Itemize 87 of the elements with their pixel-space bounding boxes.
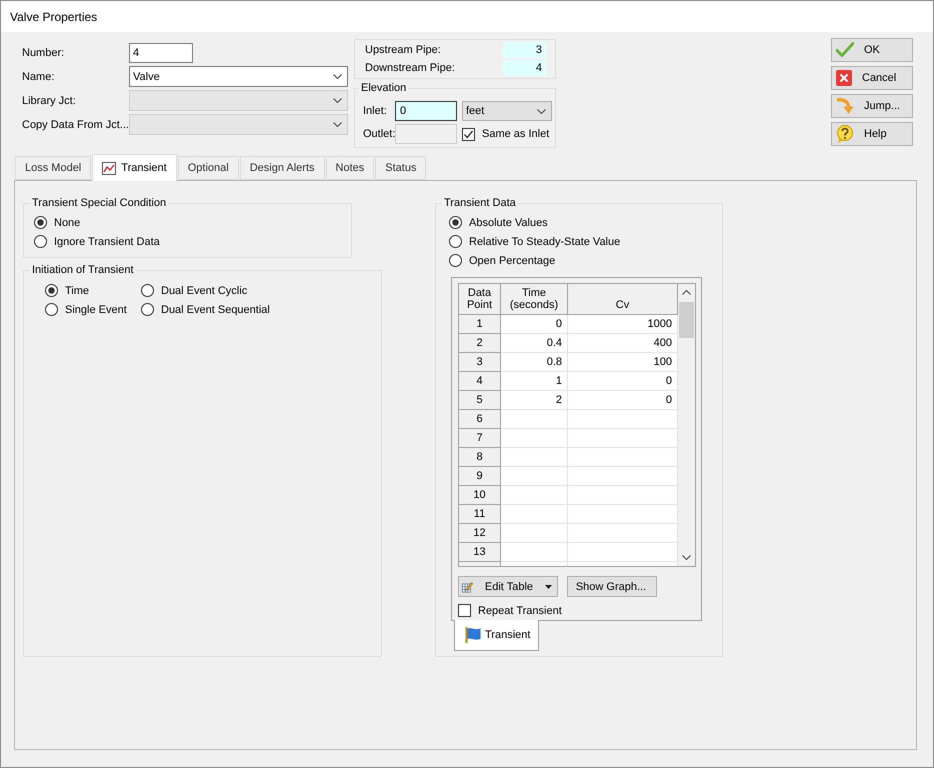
group-title: Transient Data xyxy=(443,197,517,210)
radio-option[interactable]: Open Percentage xyxy=(449,251,722,270)
close-icon xyxy=(836,70,852,86)
table-cell: 1 xyxy=(501,372,568,391)
row-header: 11 xyxy=(459,505,501,524)
row-header: 9 xyxy=(459,467,501,486)
table-cell xyxy=(501,524,568,543)
row-header: 12 xyxy=(459,524,501,543)
unit-dropdown[interactable]: feet xyxy=(462,101,552,121)
jump-button[interactable]: Jump... xyxy=(831,94,913,118)
tab[interactable]: Notes xyxy=(326,156,374,180)
row-header: 3 xyxy=(459,353,501,372)
checkmark-icon xyxy=(836,42,854,58)
field-label: Name: xyxy=(22,70,56,82)
table-cell xyxy=(501,505,568,524)
table-cell xyxy=(501,486,568,505)
field-label: Copy Data From Jct... xyxy=(22,118,129,130)
chevron-up-icon xyxy=(682,290,691,295)
group-title: Initiation of Transient xyxy=(31,264,135,277)
tab[interactable]: Status xyxy=(375,156,426,180)
chevron-down-icon xyxy=(333,98,342,103)
checkbox-option[interactable]: Same as Inlet xyxy=(462,124,550,144)
radio-option[interactable]: Dual Event Cyclic xyxy=(141,281,381,300)
chart-icon xyxy=(102,162,116,174)
value-field: 3 xyxy=(503,42,546,58)
row-header: 10 xyxy=(459,486,501,505)
caret-icon xyxy=(545,584,552,588)
combo-box[interactable]: Valve xyxy=(129,66,348,87)
group-title: Elevation xyxy=(360,82,408,95)
row-header: 6 xyxy=(459,410,501,429)
field-label: Upstream Pipe: xyxy=(365,44,441,56)
ok-button[interactable]: OK xyxy=(831,38,913,62)
checkbox-option[interactable]: Repeat Transient xyxy=(458,601,701,620)
chevron-down-icon xyxy=(333,122,342,127)
table-cell xyxy=(501,429,568,448)
row-header: 4 xyxy=(459,372,501,391)
value-field: 4 xyxy=(503,60,546,76)
column-header: Data Point xyxy=(459,284,501,315)
table-cell: 2 xyxy=(501,391,568,410)
window-title: Valve Properties xyxy=(10,10,98,24)
tab[interactable]: Optional xyxy=(178,156,239,180)
field-label: Outlet: xyxy=(363,128,395,140)
radio-option[interactable]: Single Event xyxy=(45,300,141,319)
tab[interactable]: Transient xyxy=(454,620,539,651)
help-icon xyxy=(836,125,854,143)
tab[interactable]: Loss Model xyxy=(15,156,92,180)
curved-arrow-icon xyxy=(836,97,854,115)
radio-option[interactable]: Absolute Values xyxy=(449,213,722,232)
column-header: Cv xyxy=(568,284,678,315)
table-cell: 0 xyxy=(501,315,568,334)
field-label: Library Jct: xyxy=(22,94,77,106)
table-cell: 0.4 xyxy=(501,334,568,353)
cancel-button[interactable]: Cancel xyxy=(831,66,913,90)
row-header: 8 xyxy=(459,448,501,467)
chevron-down-icon xyxy=(537,108,546,114)
table-cell xyxy=(501,467,568,486)
scroll-thumb[interactable] xyxy=(679,302,694,338)
show-graph-button[interactable]: Show Graph... xyxy=(567,576,657,597)
field-label: Downstream Pipe: xyxy=(365,62,455,74)
chevron-down-icon xyxy=(682,555,691,560)
radio-option[interactable]: Ignore Transient Data xyxy=(34,232,351,251)
field-label: Inlet: xyxy=(363,105,388,117)
radio-option[interactable]: None xyxy=(34,213,351,232)
input-field[interactable]: 4 xyxy=(129,42,193,62)
table-cell xyxy=(501,410,568,429)
row-header: 1 xyxy=(459,315,501,334)
table-cell xyxy=(501,543,568,562)
tab[interactable]: Transient xyxy=(92,154,177,181)
table-cell xyxy=(501,448,568,467)
field-label: Number: xyxy=(22,46,66,58)
column-header: Time (seconds) xyxy=(501,284,568,315)
row-header: 5 xyxy=(459,391,501,410)
edit-table-button[interactable]: Edit Table xyxy=(458,576,558,597)
row-header: 13 xyxy=(459,543,501,562)
scrollbar[interactable] xyxy=(678,284,695,566)
row-header: 2 xyxy=(459,334,501,353)
radio-option[interactable]: Dual Event Sequential xyxy=(141,300,381,319)
table-cell: 0.8 xyxy=(501,353,568,372)
radio-option[interactable]: Relative To Steady-State Value xyxy=(449,232,722,251)
radio-option[interactable]: Time xyxy=(45,281,141,300)
input-field[interactable]: 0 xyxy=(395,101,457,121)
tab[interactable]: Design Alerts xyxy=(240,156,325,180)
help-button[interactable]: Help xyxy=(831,122,913,146)
chevron-down-icon xyxy=(333,74,342,79)
row-header: 7 xyxy=(459,429,501,448)
group-title: Transient Special Condition xyxy=(31,197,168,210)
flag-icon xyxy=(465,627,481,643)
